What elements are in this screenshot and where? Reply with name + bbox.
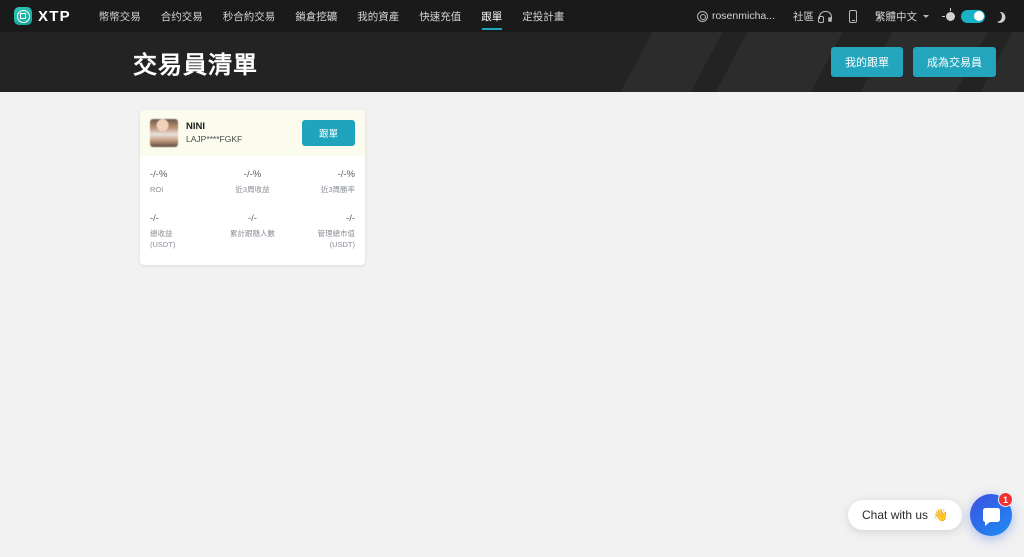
stat-label: 管理總市值 (USDT) xyxy=(318,229,356,251)
theme-toggle-switch[interactable] xyxy=(961,10,985,23)
nav-item-investment-plan[interactable]: 定投計畫 xyxy=(512,0,574,32)
stat-value: -/-% xyxy=(150,168,167,182)
stat-label: 近3周收益 xyxy=(235,185,269,196)
chat-prompt-bubble[interactable]: Chat with us 👋 xyxy=(848,500,962,530)
nav-item-spot-trading[interactable]: 幣幣交易 xyxy=(89,0,151,32)
waving-hand-icon: 👋 xyxy=(933,508,948,522)
user-circle-icon xyxy=(697,11,708,22)
nav-item-staking-mining[interactable]: 鎖倉挖礦 xyxy=(285,0,347,32)
nav-item-quick-deposit[interactable]: 快速充值 xyxy=(409,0,471,32)
trader-name: NINI xyxy=(186,121,294,134)
mobile-app-link[interactable] xyxy=(840,10,866,23)
top-navbar: XTP 幣幣交易 合约交易 秒合約交易 鎖倉挖礦 我的資產 快速充值 跟單 定投… xyxy=(0,0,1024,32)
stat-value: -/- xyxy=(248,212,257,226)
main-content: NINI LAJP****FGKF 跟單 -/-% ROI -/-% 近3周收益… xyxy=(0,92,1024,265)
headset-icon xyxy=(818,11,831,22)
nav-label: 幣幣交易 xyxy=(99,9,141,24)
nav-links: 幣幣交易 合约交易 秒合約交易 鎖倉挖礦 我的資產 快速充值 跟單 定投計畫 xyxy=(89,0,575,32)
community-label: 社區 xyxy=(793,9,814,24)
account-label: rosenmicha... xyxy=(712,10,775,22)
become-trader-button[interactable]: 成為交易員 xyxy=(913,47,996,77)
nav-label: 跟單 xyxy=(481,9,502,24)
stat-roi: -/-% ROI xyxy=(150,168,218,196)
chat-widget: Chat with us 👋 1 xyxy=(848,494,1012,536)
trader-card[interactable]: NINI LAJP****FGKF 跟單 -/-% ROI -/-% 近3周收益… xyxy=(140,110,365,265)
nav-label: 定投計畫 xyxy=(522,9,564,24)
nav-label: 秒合約交易 xyxy=(223,9,276,24)
stat-total-followers: -/- 累計跟隨人數 xyxy=(218,212,286,251)
page-title: 交易員清單 xyxy=(133,45,258,80)
language-selector[interactable]: 繁體中文 xyxy=(866,9,938,24)
stat-value: -/-% xyxy=(338,168,355,182)
stat-3week-winrate: -/-% 近3周勝率 xyxy=(287,168,355,196)
stat-total-profit: -/- 總收益 (USDT) xyxy=(150,212,218,251)
page-banner: 交易員清單 我的跟單 成為交易員 xyxy=(0,32,1024,92)
stat-label: 累計跟隨人數 xyxy=(230,229,275,240)
navbar-right-group: rosenmicha... 社區 繁體中文 xyxy=(688,0,1014,32)
chat-prompt-text: Chat with us xyxy=(862,508,928,522)
follow-trader-button[interactable]: 跟單 xyxy=(302,120,355,146)
stat-value: -/- xyxy=(346,212,355,226)
trader-stats-grid: -/-% ROI -/-% 近3周收益 -/-% 近3周勝率 -/- 總收益 (… xyxy=(140,156,365,265)
toggle-knob xyxy=(974,11,984,21)
trader-avatar-image xyxy=(150,119,178,147)
stat-assets-under-management: -/- 管理總市值 (USDT) xyxy=(287,212,355,251)
stat-value: -/- xyxy=(150,212,159,226)
stat-value: -/-% xyxy=(244,168,261,182)
account-menu[interactable]: rosenmicha... xyxy=(688,10,784,22)
nav-label: 鎖倉挖礦 xyxy=(295,9,337,24)
community-link[interactable]: 社區 xyxy=(784,9,840,24)
trader-card-header: NINI LAJP****FGKF 跟單 xyxy=(140,110,365,156)
stat-label: 總收益 (USDT) xyxy=(150,229,175,251)
chevron-down-icon xyxy=(923,15,929,18)
theme-toggle-group xyxy=(938,10,1010,23)
stat-label: 近3周勝率 xyxy=(321,185,355,196)
banner-actions: 我的跟單 成為交易員 xyxy=(831,47,996,77)
language-label: 繁體中文 xyxy=(875,9,917,24)
trader-identity: NINI LAJP****FGKF xyxy=(186,121,294,145)
nav-item-second-contract[interactable]: 秒合約交易 xyxy=(213,0,286,32)
xtp-logo-icon xyxy=(14,7,32,25)
mobile-phone-icon xyxy=(849,10,857,23)
trader-uid: LAJP****FGKF xyxy=(186,134,294,145)
nav-item-copy-trading[interactable]: 跟單 xyxy=(471,0,512,32)
nav-label: 快速充值 xyxy=(419,9,461,24)
chat-bubble-icon xyxy=(983,508,1000,522)
moon-icon xyxy=(989,9,1003,23)
chat-launcher-button[interactable]: 1 xyxy=(970,494,1012,536)
brand-logo[interactable]: XTP xyxy=(10,7,71,25)
nav-label: 合约交易 xyxy=(161,9,203,24)
my-copy-trading-button[interactable]: 我的跟單 xyxy=(831,47,903,77)
sun-icon xyxy=(946,12,955,21)
stat-3week-profit: -/-% 近3周收益 xyxy=(218,168,286,196)
nav-label: 我的資產 xyxy=(357,9,399,24)
nav-item-my-assets[interactable]: 我的資產 xyxy=(347,0,409,32)
stat-label: ROI xyxy=(150,185,163,196)
chat-unread-badge: 1 xyxy=(998,492,1013,507)
nav-item-futures-trading[interactable]: 合约交易 xyxy=(151,0,213,32)
brand-name: XTP xyxy=(38,9,71,24)
